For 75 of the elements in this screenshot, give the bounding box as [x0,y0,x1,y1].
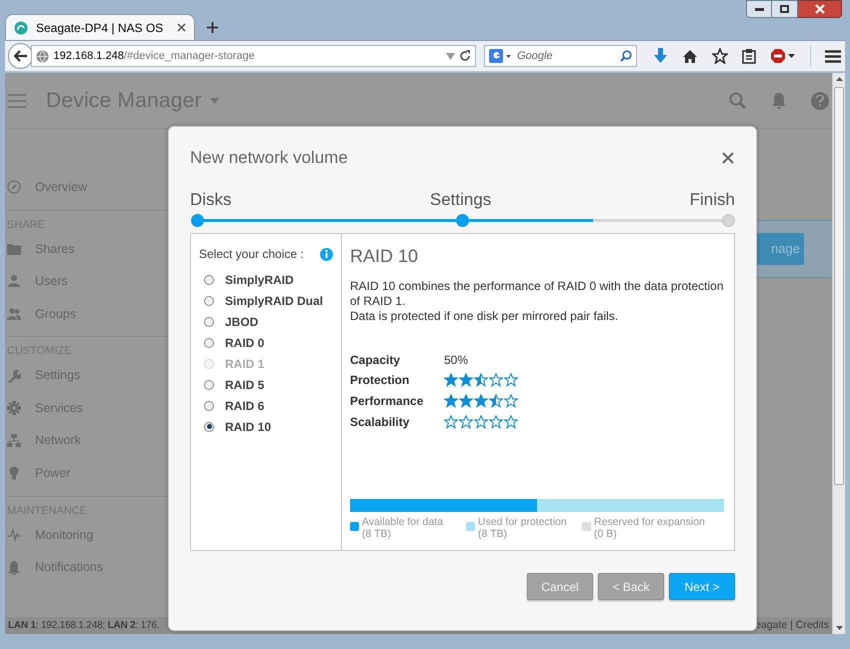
clipboard-icon[interactable] [742,48,756,64]
radio-button[interactable] [204,400,214,410]
scroll-up-icon[interactable] [836,77,843,81]
wrench-icon [7,368,21,383]
legend-amount: (0 B) [594,528,618,540]
radio-button[interactable] [204,338,214,348]
step-label: Finish [690,189,735,209]
capacity-value: 50% [444,352,468,369]
note-text: Data is protected if one disk per mirrored pair fails. [350,309,620,324]
close-icon[interactable] [177,23,186,32]
option-label[interactable]: SimplyRAID [225,270,294,288]
browser-tab[interactable]: Seagate-DP4 | NAS OS [5,14,195,40]
search-icon[interactable] [620,50,632,62]
legend-label: Available for data [362,516,443,528]
radio-button[interactable] [204,422,214,432]
url-text: 192.168.1.248/#device_manager-storage [53,48,256,64]
status-text: LAN 1: 192.168.1.248; LAN 2: 176. [8,619,160,633]
dialog-button[interactable]: < Back [598,573,664,600]
step-label: Disks [190,189,232,209]
radio-button[interactable] [204,316,214,326]
compass-icon [7,180,21,194]
option-label[interactable]: RAID 10 [225,418,272,436]
users-icon [7,307,21,322]
network-icon [7,434,21,448]
manage-button[interactable]: nage [756,233,804,265]
info-icon[interactable] [320,248,333,260]
option-label[interactable]: JBOD [225,312,258,330]
address-field[interactable]: 192.168.1.248/#device_manager-storage [31,45,476,67]
scrollbar[interactable] [832,73,845,634]
legend-label: Used for protection [478,516,567,528]
radio-button[interactable] [204,296,214,306]
option-label[interactable]: RAID 5 [225,376,264,394]
pulse-icon [7,528,21,542]
minimize-button[interactable] [746,0,772,18]
search-field[interactable]: Google [484,45,637,67]
detail-heading: RAID 10 [350,245,420,268]
legend-label: Reserved for expansion [594,516,705,528]
capacity-label: Capacity [350,352,402,369]
bookmark-star-icon[interactable] [712,48,728,64]
home-icon[interactable] [682,48,698,64]
choice-label: Select your choice : [199,246,304,263]
globe-icon [36,50,50,62]
rating-label: Scalability [350,414,410,430]
back-arrow-icon[interactable] [14,50,28,62]
rating-label: Protection [350,372,410,388]
dialog-button[interactable]: Cancel [527,573,593,600]
user-icon [7,274,21,288]
dialog-title: New network volume [190,147,348,170]
rating-label: Performance [350,392,424,410]
tab-title: Seagate-DP4 | NAS OS [36,20,164,36]
seagate-logo-icon [14,20,28,34]
bell-icon [7,560,21,575]
option-label[interactable]: RAID 6 [225,396,264,414]
radio-button[interactable] [204,380,214,390]
search-placeholder: Google [517,48,554,64]
step-label: Settings [430,189,492,209]
new-tab-icon[interactable] [207,22,218,33]
scroll-down-icon[interactable] [836,626,843,630]
back-button[interactable] [8,43,34,69]
bulb-icon [7,466,21,480]
legend-amount: (8 TB) [478,528,508,540]
dialog-button[interactable]: Next > [669,573,735,600]
option-label[interactable]: RAID 0 [225,334,264,352]
folder-icon [7,242,21,256]
maximize-button[interactable] [772,0,798,18]
menu-icon[interactable] [824,50,841,62]
dropdown-icon[interactable] [446,52,456,60]
close-button[interactable] [798,0,842,18]
reload-icon[interactable] [459,50,472,62]
option-label[interactable]: SimplyRAID Dual [225,292,324,310]
description-text: RAID 10 combines the performance of RAID 0 with the data protection of RAID 1. [350,279,724,309]
radio-button[interactable] [204,274,214,284]
legend-amount: (8 TB) [362,528,392,540]
download-icon[interactable] [652,48,668,64]
close-icon[interactable] [722,152,734,164]
